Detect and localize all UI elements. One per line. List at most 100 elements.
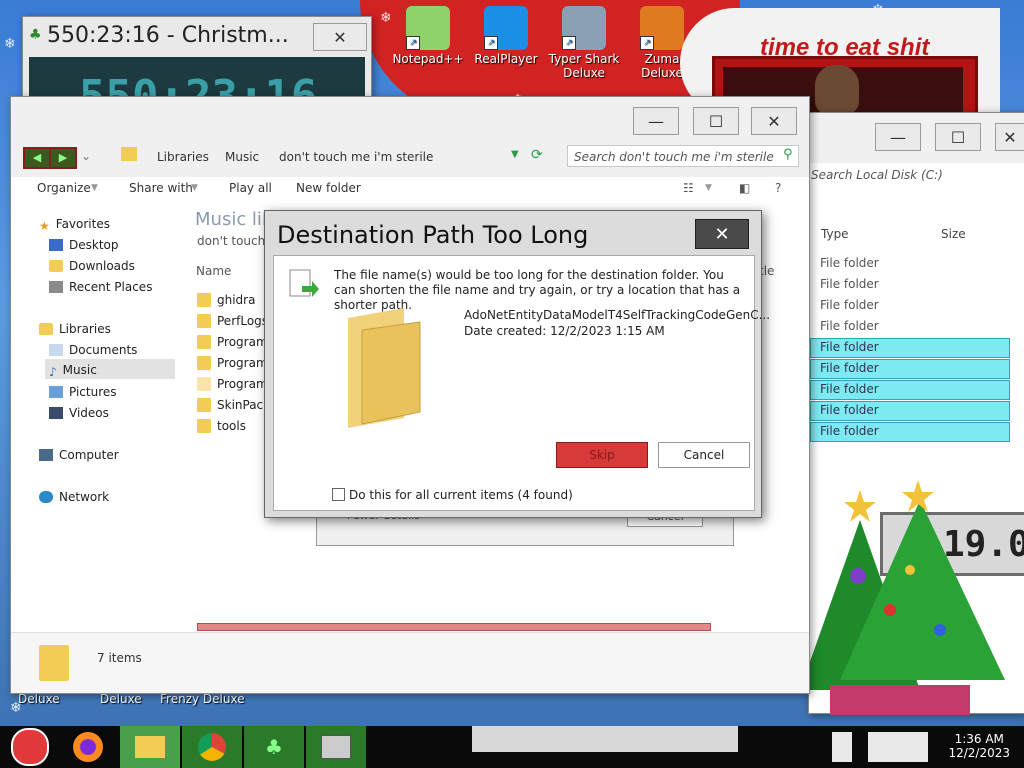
close-button[interactable]: ✕ — [313, 23, 367, 51]
play-all-button[interactable]: Play all — [229, 181, 272, 195]
breadcrumb-music[interactable]: Music — [225, 150, 259, 164]
list-item: File folder — [820, 403, 879, 417]
notepadpp-icon: ↗ — [406, 6, 450, 50]
tray-network-icon[interactable] — [868, 732, 928, 762]
tree-icon: ♣ — [29, 27, 42, 43]
tray-flag-icon[interactable] — [832, 732, 852, 762]
details-pane: 7 items — [11, 632, 809, 693]
countdown-window[interactable]: ♣ 550:23:16 - Christm... ✕ 550:23:16 — [22, 16, 372, 98]
preview-pane-icon[interactable]: ◧ — [739, 181, 750, 195]
recent-icon — [49, 281, 63, 293]
list-item[interactable]: Program — [197, 356, 268, 370]
minimize-button[interactable]: — — [875, 123, 921, 151]
dialog-body: The file name(s) would be too long for t… — [273, 255, 770, 511]
list-item[interactable]: Program — [197, 335, 268, 349]
desktop-icon-realplayer[interactable]: ↗ RealPlayer — [468, 6, 544, 66]
list-item: File folder — [820, 382, 879, 396]
column-header-size[interactable]: Size — [941, 227, 966, 241]
nav-computer[interactable]: Computer — [39, 448, 119, 462]
refresh-icon[interactable]: ⟳ — [531, 147, 543, 163]
nav-music[interactable]: ♪ Music — [49, 363, 97, 379]
breadcrumb-current[interactable]: don't touch me i'm sterile — [279, 150, 433, 164]
cancel-button[interactable]: Cancel — [658, 442, 750, 468]
nav-videos[interactable]: Videos — [49, 406, 109, 420]
column-header-type[interactable]: Type — [821, 227, 849, 241]
folder-icon — [197, 377, 211, 391]
desktop-label: Deluxe — [18, 692, 60, 706]
taskbar-explorer[interactable] — [120, 726, 180, 768]
list-item[interactable]: tools — [197, 419, 246, 433]
list-item: File folder — [820, 340, 879, 354]
santa-icon — [11, 728, 49, 766]
help-icon[interactable]: ? — [775, 181, 781, 195]
forward-button[interactable]: ▶ — [49, 147, 77, 169]
folder-icon — [39, 645, 69, 681]
item-count: 7 items — [97, 651, 142, 665]
chevron-down-icon: ▼ — [191, 183, 198, 193]
apply-all-checkbox[interactable]: Do this for all current items (4 found) — [332, 488, 573, 502]
list-item[interactable]: ghidra — [197, 293, 255, 307]
nav-network[interactable]: Network — [39, 490, 109, 504]
dialog-title: Destination Path Too Long — [277, 221, 589, 249]
nav-desktop[interactable]: Desktop — [49, 238, 119, 252]
start-button[interactable] — [0, 726, 60, 768]
list-item[interactable]: Program — [197, 377, 268, 391]
disk-search-input[interactable]: Search Local Disk (C:) — [811, 165, 1021, 185]
desktop-icon-typer-shark[interactable]: ↗ Typer Shark Deluxe — [546, 6, 622, 80]
list-item[interactable]: SkinPack — [197, 398, 270, 412]
list-item[interactable]: File folder — [820, 319, 879, 333]
taskbar-chrome[interactable] — [182, 726, 242, 768]
search-icon[interactable]: ⚲ — [783, 147, 793, 162]
list-item[interactable]: File folder — [820, 298, 879, 312]
skip-button[interactable]: Skip — [556, 442, 648, 468]
taskbar-firefox[interactable] — [58, 726, 118, 768]
taskbar-clock[interactable]: 1:36 AM 12/2/2023 — [948, 732, 1010, 760]
minimize-button[interactable]: — — [633, 107, 679, 135]
shark-icon: ↗ — [562, 6, 606, 50]
close-button[interactable]: ✕ — [995, 123, 1024, 151]
nav-libraries[interactable]: Libraries — [39, 322, 111, 336]
chevron-down-icon[interactable]: ▼ — [705, 183, 712, 193]
view-options-icon[interactable]: ☷ — [683, 181, 694, 195]
christmas-tree-icon — [800, 480, 1005, 715]
countdown-display: 550:23:16 — [29, 57, 365, 97]
desktop-label: Deluxe — [100, 692, 142, 706]
back-button[interactable]: ◀ — [23, 147, 51, 169]
firefox-icon — [73, 732, 103, 762]
maximize-button[interactable]: ☐ — [693, 107, 739, 135]
chevron-down-icon[interactable]: ⌄ — [81, 149, 91, 163]
command-bar: Organize ▼ Share with ▼ Play all New fol… — [11, 177, 809, 199]
desktop-label: Frenzy Deluxe — [160, 692, 245, 706]
breadcrumb-libraries[interactable]: Libraries — [157, 150, 209, 164]
network-icon — [39, 491, 53, 503]
folder-icon — [197, 293, 211, 307]
close-button[interactable]: ✕ — [695, 219, 749, 249]
nav-favorites[interactable]: ★ Favorites — [39, 217, 110, 233]
nav-recent-places[interactable]: Recent Places — [49, 280, 152, 294]
taskbar-countdown[interactable]: ♣ — [244, 726, 304, 768]
organize-menu[interactable]: Organize — [37, 181, 91, 195]
close-button[interactable]: ✕ — [751, 107, 797, 135]
desktop-icon-notepadpp[interactable]: ↗ Notepad++ — [390, 6, 466, 66]
list-item[interactable]: File folder — [820, 256, 879, 270]
list-item[interactable]: File folder — [820, 277, 879, 291]
star-icon: ★ — [39, 219, 50, 233]
taskbar-app[interactable] — [306, 726, 366, 768]
chevron-down-icon: ▼ — [91, 183, 98, 193]
explorer-chrome: — ☐ ✕ ◀ ▶ ⌄ Libraries Music don't touch … — [11, 97, 809, 177]
nav-documents[interactable]: Documents — [49, 343, 137, 357]
dropdown-icon[interactable]: ▼ — [511, 149, 519, 160]
maximize-button[interactable]: ☐ — [935, 123, 981, 151]
nav-downloads[interactable]: Downloads — [49, 259, 135, 273]
search-input[interactable]: Search don't touch me i'm sterile — [567, 145, 799, 167]
checkbox-box[interactable] — [332, 488, 345, 501]
share-with-menu[interactable]: Share with — [129, 181, 193, 195]
new-folder-button[interactable]: New folder — [296, 181, 361, 195]
videos-icon — [49, 407, 63, 419]
column-header-name[interactable]: Name — [196, 264, 231, 278]
nav-pictures[interactable]: Pictures — [49, 385, 117, 399]
path-too-long-dialog[interactable]: Destination Path Too Long ✕ The file nam… — [264, 210, 770, 518]
navigation-pane: ★ Favorites Desktop Downloads Recent Plac… — [11, 209, 189, 629]
list-item[interactable]: PerfLogs — [197, 314, 268, 328]
pictures-icon — [49, 386, 63, 398]
